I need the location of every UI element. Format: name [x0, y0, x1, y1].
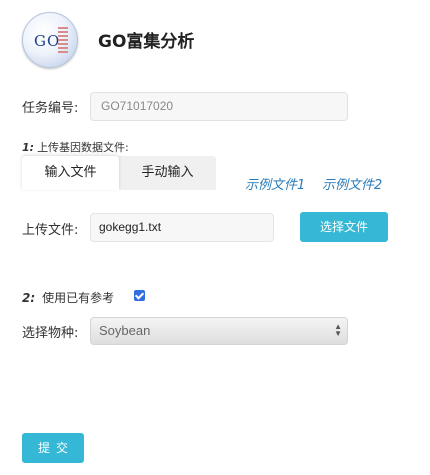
submit-button[interactable]: 提交: [22, 433, 84, 463]
input-mode-tabs: 输入文件 手动输入: [22, 156, 216, 190]
species-label: 选择物种:: [22, 326, 79, 341]
upload-file-label: 上传文件:: [22, 223, 79, 238]
task-id-field[interactable]: GO71017020: [90, 92, 348, 121]
example-file-2-link[interactable]: 示例文件2: [322, 174, 382, 193]
logo-bars-icon: [58, 27, 68, 55]
upload-file-field[interactable]: gokegg1.txt: [90, 213, 274, 242]
example-file-1-link[interactable]: 示例文件1: [245, 174, 305, 193]
task-id-label: 任务编号:: [22, 101, 79, 116]
tab-manual-input[interactable]: 手动输入: [119, 156, 216, 190]
page-title: GO富集分析: [98, 32, 195, 52]
step1-number: 1:: [22, 141, 35, 154]
step1-text: 上传基因数据文件:: [37, 141, 129, 154]
step2-label: 2: 使用已有参考: [22, 289, 114, 306]
step1-label: 1: 上传基因数据文件:: [22, 139, 129, 155]
logo-text: GO: [34, 32, 61, 50]
tab-input-file[interactable]: 输入文件: [22, 156, 119, 190]
select-arrows-icon: ▲ ▼: [334, 322, 342, 338]
choose-file-button[interactable]: 选择文件: [300, 212, 388, 242]
species-selected-value: Soybean: [99, 323, 151, 338]
step2-number: 2:: [22, 291, 36, 305]
species-select[interactable]: Soybean ▲ ▼: [90, 317, 348, 345]
go-logo: GO: [22, 12, 78, 68]
step2-text: 使用已有参考: [42, 291, 115, 305]
use-reference-checkbox[interactable]: [134, 290, 145, 301]
